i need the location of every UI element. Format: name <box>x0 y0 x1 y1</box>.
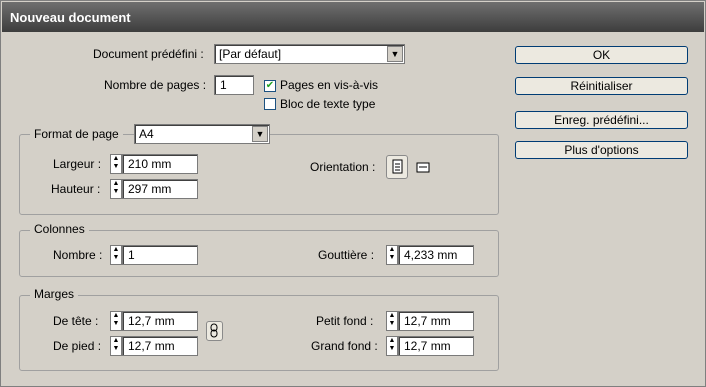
columns-number-label: Nombre : <box>53 248 103 262</box>
width-input[interactable]: 210 mm <box>122 154 198 174</box>
page-size-select[interactable]: A4 ▼ <box>134 124 270 144</box>
landscape-icon[interactable] <box>414 159 432 175</box>
title-bar[interactable]: Nouveau document <box>2 2 704 32</box>
top-margin-stepper[interactable]: ▲ ▼ <box>110 311 122 331</box>
facing-pages-label: Pages en vis-à-vis <box>280 78 379 92</box>
top-margin-label: De tête : <box>53 314 99 328</box>
master-text-label: Bloc de texte type <box>280 97 376 111</box>
columns-number-input[interactable]: 1 <box>122 245 198 265</box>
more-options-button[interactable]: Plus d'options <box>515 141 688 159</box>
page-size-title: Format de page <box>30 127 123 141</box>
bottom-margin-input[interactable]: 12,7 mm <box>122 336 198 356</box>
new-document-dialog: Nouveau document Document prédéfini : [P… <box>0 0 706 387</box>
inside-margin-stepper[interactable]: ▲ ▼ <box>386 311 398 331</box>
columns-number-stepper[interactable]: ▲ ▼ <box>110 245 122 265</box>
margins-title: Marges <box>30 287 79 301</box>
bottom-margin-stepper[interactable]: ▲ ▼ <box>110 336 122 356</box>
reset-button[interactable]: Réinitialiser <box>515 77 688 95</box>
chain-link-icon[interactable] <box>206 321 223 341</box>
pages-input[interactable]: 1 <box>214 75 254 95</box>
chevron-down-icon[interactable]: ▼ <box>387 46 403 62</box>
dialog-title: Nouveau document <box>10 10 131 25</box>
gutter-label: Gouttière : <box>318 248 375 262</box>
columns-title: Colonnes <box>30 222 89 236</box>
facing-pages-checkbox[interactable]: ✔ <box>264 80 276 92</box>
margins-group: Marges <box>19 287 499 371</box>
height-label: Hauteur : <box>51 182 101 196</box>
outside-margin-stepper[interactable]: ▲ ▼ <box>386 336 398 356</box>
ok-button[interactable]: OK <box>515 46 688 64</box>
preset-label: Document prédéfini : <box>93 47 204 61</box>
width-label: Largeur : <box>53 157 102 171</box>
height-stepper[interactable]: ▲ ▼ <box>110 179 122 199</box>
top-margin-input[interactable]: 12,7 mm <box>122 311 198 331</box>
preset-value: [Par défaut] <box>219 47 282 61</box>
gutter-stepper[interactable]: ▲ ▼ <box>386 245 398 265</box>
save-preset-button[interactable]: Enreg. prédéfini... <box>515 111 688 129</box>
orientation-label: Orientation : <box>310 160 376 174</box>
inside-margin-input[interactable]: 12,7 mm <box>398 311 474 331</box>
gutter-input[interactable]: 4,233 mm <box>398 245 474 265</box>
height-input[interactable]: 297 mm <box>122 179 198 199</box>
bottom-margin-label: De pied : <box>53 339 102 353</box>
master-text-checkbox[interactable] <box>264 98 276 110</box>
inside-margin-label: Petit fond : <box>316 314 374 328</box>
pages-label: Nombre de pages : <box>104 78 207 92</box>
preset-select[interactable]: [Par défaut] ▼ <box>214 44 405 64</box>
width-stepper[interactable]: ▲ ▼ <box>110 154 122 174</box>
outside-margin-label: Grand fond : <box>311 339 378 353</box>
page-size-value: A4 <box>139 127 154 141</box>
portrait-icon[interactable] <box>386 155 408 179</box>
chevron-down-icon[interactable]: ▼ <box>252 126 268 142</box>
outside-margin-input[interactable]: 12,7 mm <box>398 336 474 356</box>
